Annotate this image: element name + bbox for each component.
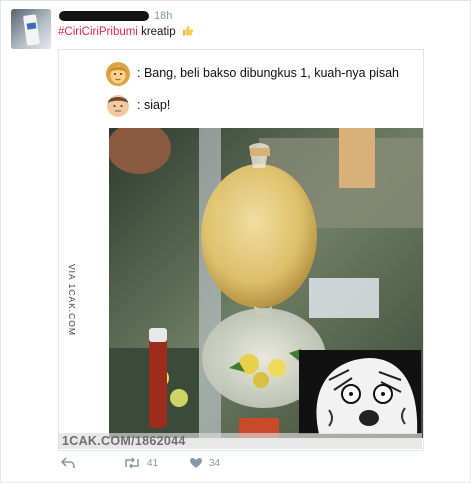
dialog-line-seller: : siap!	[137, 98, 171, 112]
retweet-icon	[125, 457, 139, 469]
retweet-button[interactable]: 41	[123, 457, 158, 469]
tweet-card[interactable]: 18h #CiriCiriPribumi kreatip : Bang, bel…	[0, 0, 471, 483]
tweet-text: #CiriCiriPribumi kreatip	[58, 25, 194, 38]
man-face-icon	[107, 95, 129, 117]
tweet-timestamp[interactable]: 18h	[154, 10, 172, 22]
hashtag-link[interactable]: #CiriCiriPribumi	[58, 26, 138, 38]
tweet-body: kreatip	[141, 26, 176, 38]
reply-button[interactable]	[61, 457, 75, 469]
woman-face-icon	[106, 62, 130, 86]
rage-face-icon	[299, 350, 421, 434]
bottom-watermark-bar: 1CAK.COM/1862044	[58, 433, 422, 449]
bottom-watermark: 1CAK.COM/1862044	[62, 434, 186, 448]
reply-icon	[61, 457, 75, 469]
thumbs-up-icon	[182, 26, 193, 36]
side-watermark: VIA 1CAK.COM	[67, 264, 77, 336]
retweet-count: 41	[147, 457, 159, 469]
meme-image[interactable]: : Bang, beli bakso dibungkus 1, kuah-nya…	[58, 49, 424, 451]
tweet-actions: 41 34	[59, 457, 319, 475]
username-redacted[interactable]	[59, 11, 149, 21]
heart-icon	[190, 458, 202, 468]
avatar[interactable]	[11, 9, 51, 49]
like-button[interactable]: 34	[189, 457, 220, 469]
like-count: 34	[209, 457, 221, 469]
dialog-line-customer: : Bang, beli bakso dibungkus 1, kuah-nya…	[137, 66, 399, 80]
